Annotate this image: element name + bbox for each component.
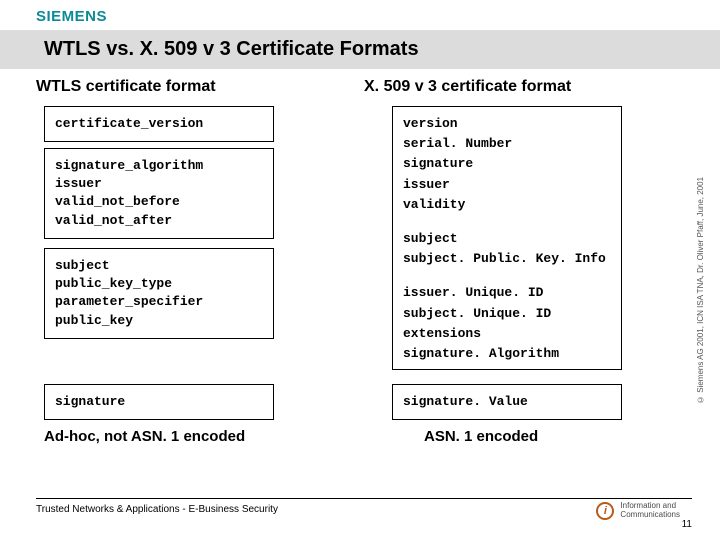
content-area: WTLS certificate format certificate_vers… [36, 78, 692, 484]
field-label: parameter_specifier [55, 293, 263, 311]
field-label: serial. Number [403, 135, 611, 153]
info-comm-icon: i [596, 502, 614, 520]
right-heading: X. 509 v 3 certificate format [364, 78, 692, 96]
right-caption: ASN. 1 encoded [424, 428, 538, 445]
field-label: signature_algorithm [55, 157, 263, 175]
slide: SIEMENS WTLS vs. X. 509 v 3 Certificate … [0, 0, 720, 540]
field-label: issuer [55, 175, 263, 193]
right-column: X. 509 v 3 certificate format version se… [364, 78, 692, 484]
field-label: public_key [55, 312, 263, 330]
field-label: issuer. Unique. ID [403, 284, 611, 302]
spacer [403, 270, 611, 282]
left-caption: Ad-hoc, not ASN. 1 encoded [44, 428, 245, 445]
title-strip: WTLS vs. X. 509 v 3 Certificate Formats [0, 30, 720, 69]
spacer [403, 216, 611, 228]
wtls-box-signature: signature_algorithm issuer valid_not_bef… [44, 148, 274, 239]
field-label: validity [403, 196, 611, 214]
footer: Trusted Networks & Applications - E-Busi… [0, 498, 720, 534]
field-label: extensions [403, 325, 611, 343]
slide-title: WTLS vs. X. 509 v 3 Certificate Formats [44, 38, 720, 61]
wtls-box-bottom-signature: signature [44, 384, 274, 420]
field-label: valid_not_before [55, 193, 263, 211]
field-label: valid_not_after [55, 212, 263, 230]
footer-left-text: Trusted Networks & Applications - E-Busi… [36, 504, 278, 515]
field-label: subject. Public. Key. Info [403, 250, 611, 268]
field-label: subject. Unique. ID [403, 305, 611, 323]
left-heading: WTLS certificate format [36, 78, 364, 96]
field-label: public_key_type [55, 275, 263, 293]
footer-right-block: i Information and Communications [596, 502, 680, 520]
info-comm-label: Information and Communications [620, 502, 680, 520]
ic-line2: Communications [620, 510, 680, 519]
copyright-vertical: © Siemens AG 2001, ICN ISA TNA, Dr. Oliv… [696, 110, 716, 470]
wtls-box-subject: subject public_key_type parameter_specif… [44, 248, 274, 339]
left-column: WTLS certificate format certificate_vers… [36, 78, 364, 484]
ic-line1: Information and [620, 501, 676, 510]
brand-logo: SIEMENS [36, 8, 107, 25]
field-label: signature. Value [403, 393, 611, 411]
field-label: signature [403, 155, 611, 173]
field-label: subject [403, 230, 611, 248]
field-label: signature. Algorithm [403, 345, 611, 363]
footer-divider [36, 498, 692, 499]
x509-box-main: version serial. Number signature issuer … [392, 106, 622, 370]
field-label: certificate_version [55, 115, 263, 133]
field-label: issuer [403, 176, 611, 194]
wtls-box-version: certificate_version [44, 106, 274, 142]
field-label: signature [55, 393, 263, 411]
field-label: subject [55, 257, 263, 275]
field-label: version [403, 115, 611, 133]
x509-box-signature-value: signature. Value [392, 384, 622, 420]
page-number: 11 [682, 519, 692, 530]
